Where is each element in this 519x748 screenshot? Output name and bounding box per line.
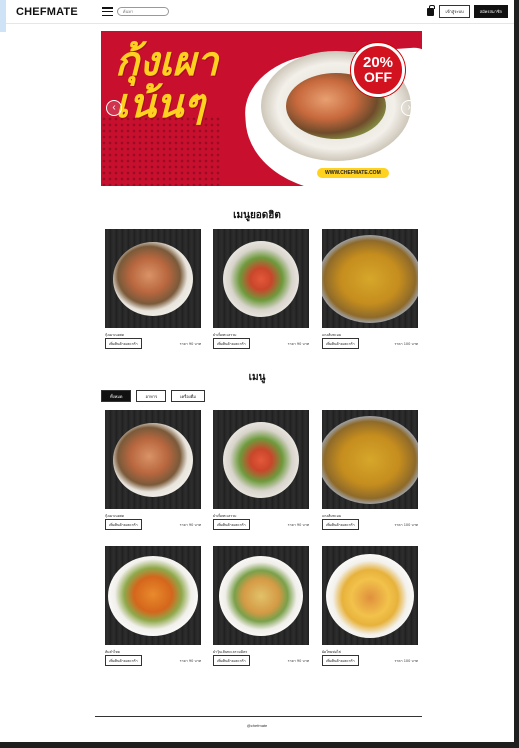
carousel-prev-arrow-icon[interactable]: ‹ (106, 100, 122, 116)
banner-url: WWW.CHEFMATE.COM (317, 168, 389, 178)
carousel-next-arrow-icon[interactable]: › (401, 100, 417, 116)
dish-name: ยำเห็ดทะเลรวม (213, 514, 237, 518)
menu-card[interactable]: กุ้งเผาเนยสด เพิ่มสินค้าลงตะกร้า ราคา 90 บ… (105, 410, 201, 530)
login-button[interactable]: เข้าสู่ระบบ (439, 5, 470, 18)
dish-photo[interactable] (322, 546, 418, 645)
dish-price: ราคา 90 บาท (287, 522, 309, 527)
dish-price: ราคา 90 บาท (287, 658, 309, 663)
add-to-cart-button[interactable]: เพิ่มสินค้าลงตะกร้า (105, 338, 142, 349)
dish-name: กุ้งเผาเนยสด (105, 514, 125, 518)
top-navbar: CHEFMATE เข้าสู่ระบบ สมัครสมาชิก (6, 0, 514, 24)
discount-percent: 20% (362, 54, 394, 71)
dish-photo[interactable] (322, 229, 418, 328)
dish-name: ยำเห็ดทะเลรวม (213, 333, 237, 337)
menu-card[interactable]: ผัดไทยห่อไข่ เพิ่มสินค้าลงตะกร้า ราคา 100 … (322, 546, 418, 666)
hamburger-menu-icon[interactable] (101, 7, 113, 16)
dish-price: ราคา 90 บาท (287, 341, 309, 346)
promo-banner-carousel: กุ้งเผา เน้นๆ 20% OFF WWW.CHEFMATE.COM ‹… (101, 31, 422, 186)
dish-photo[interactable] (322, 410, 418, 509)
dish-price: ราคา 100 บาท (394, 522, 418, 527)
footer-divider (95, 716, 422, 717)
dish-price: ราคา 90 บาท (179, 658, 201, 663)
dish-price: ราคา 90 บาท (179, 522, 201, 527)
menu-filter-tabs: ทั้งหมด อาหาร เครื่องดื่ม (101, 390, 205, 402)
page: CHEFMATE เข้าสู่ระบบ สมัครสมาชิก กุ้งเผา… (0, 0, 514, 742)
banner-title-line1: กุ้งเผา (115, 39, 219, 85)
add-to-cart-button[interactable]: เพิ่มสินค้าลงตะกร้า (322, 519, 359, 530)
dish-photo[interactable] (213, 229, 309, 328)
menu-card[interactable]: ยำเห็ดทะเลรวม เพิ่มสินค้าลงตะกร้า ราคา 90 … (213, 229, 309, 349)
dish-photo[interactable] (213, 410, 309, 509)
filter-tab[interactable]: ทั้งหมด (101, 390, 132, 402)
search-input[interactable] (116, 7, 169, 16)
banner-title: กุ้งเผา เน้นๆ (115, 41, 218, 125)
menu-title: เมนู (248, 372, 266, 383)
dish-photo[interactable] (105, 546, 201, 645)
add-to-cart-button[interactable]: เพิ่มสินค้าลงตะกร้า (322, 338, 359, 349)
filter-tab[interactable]: เครื่องดื่ม (171, 390, 205, 402)
discount-off-label: OFF (364, 69, 392, 85)
bestsellers-title: เมนูยอดฮิต (233, 210, 281, 221)
dish-price: ราคา 100 บาท (394, 341, 418, 346)
add-to-cart-button[interactable]: เพิ่มสินค้าลงตะกร้า (213, 519, 250, 530)
dish-name: แกงส้มชะอม (322, 333, 342, 337)
dish-name: ยำวุ้นเส้นทะเลรวมมิตร (213, 650, 248, 654)
filter-tab[interactable]: อาหาร (136, 390, 167, 402)
dish-price: ราคา 100 บาท (394, 658, 418, 663)
menu-card[interactable]: กุ้งเผาเนยสด เพิ่มสินค้าลงตะกร้า ราคา 90 บ… (105, 229, 201, 349)
menu-card[interactable]: ยำวุ้นเส้นทะเลรวมมิตร เพิ่มสินค้าลงตะกร้า… (213, 546, 309, 666)
footer-text: @chefmate (246, 723, 268, 728)
add-to-cart-button[interactable]: เพิ่มสินค้าลงตะกร้า (213, 655, 250, 666)
add-to-cart-button[interactable]: เพิ่มสินค้าลงตะกร้า (105, 519, 142, 530)
banner-title-line2: เน้นๆ (115, 81, 205, 127)
dish-name: กุ้งเผาเนยสด (105, 333, 125, 337)
menu-card[interactable]: ยำเห็ดทะเลรวม เพิ่มสินค้าลงตะกร้า ราคา 90 … (213, 410, 309, 530)
header-actions: เข้าสู่ระบบ สมัครสมาชิก (427, 5, 508, 18)
dish-photo[interactable] (105, 229, 201, 328)
menu-card[interactable]: ส้มตำไทย เพิ่มสินค้าลงตะกร้า ราคา 90 บาท (105, 546, 201, 666)
dish-name: แกงส้มชะอม (322, 514, 342, 518)
add-to-cart-button[interactable]: เพิ่มสินค้าลงตะกร้า (322, 655, 359, 666)
dish-price: ราคา 90 บาท (179, 341, 201, 346)
menu-card[interactable]: แกงส้มชะอม เพิ่มสินค้าลงตะกร้า ราคา 100 บา… (322, 410, 418, 530)
register-button[interactable]: สมัครสมาชิก (473, 5, 508, 18)
dish-photo[interactable] (105, 410, 201, 509)
dish-photo[interactable] (213, 546, 309, 645)
add-to-cart-button[interactable]: เพิ่มสินค้าลงตะกร้า (105, 655, 142, 666)
site-logo[interactable]: CHEFMATE (16, 6, 78, 18)
shopping-bag-icon[interactable] (427, 5, 435, 16)
discount-badge: 20% OFF (351, 43, 405, 97)
dish-name: ผัดไทยห่อไข่ (322, 650, 342, 654)
menu-card[interactable]: แกงส้มชะอม เพิ่มสินค้าลงตะกร้า ราคา 100 บา… (322, 229, 418, 349)
add-to-cart-button[interactable]: เพิ่มสินค้าลงตะกร้า (213, 338, 250, 349)
dish-name: ส้มตำไทย (105, 650, 120, 654)
